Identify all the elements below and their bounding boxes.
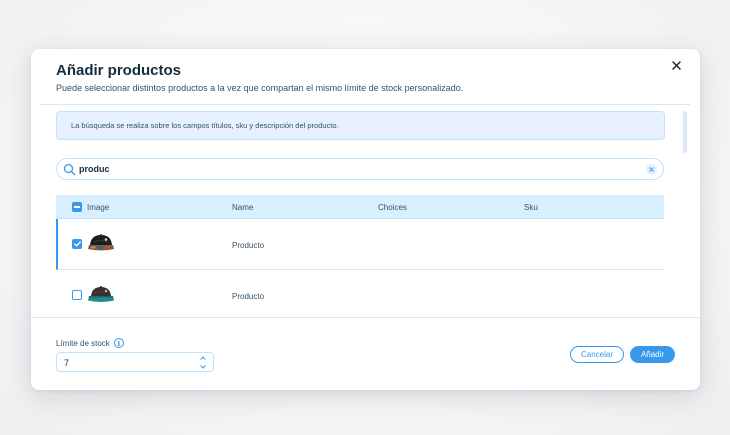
search-bar bbox=[56, 158, 664, 180]
product-thumbnail bbox=[88, 234, 114, 251]
row-checkbox[interactable] bbox=[72, 290, 82, 300]
table-row[interactable]: Producto bbox=[56, 270, 664, 317]
stock-limit-label: Límite de stock i bbox=[56, 338, 124, 348]
table-row[interactable]: Producto bbox=[56, 219, 664, 270]
stock-limit-label-text: Límite de stock bbox=[56, 338, 110, 348]
product-name: Producto bbox=[232, 241, 265, 250]
product-name: Producto bbox=[232, 292, 265, 301]
dialog-subtitle: Puede seleccionar distintos productos a … bbox=[56, 83, 464, 93]
select-all-checkbox[interactable] bbox=[72, 202, 82, 212]
products-table: Image Name Choices Sku Producto Producto bbox=[56, 195, 664, 317]
search-icon bbox=[63, 163, 76, 176]
search-info-text: La búsqueda se realiza sobre los campos … bbox=[71, 121, 339, 130]
scrollbar-thumb[interactable] bbox=[683, 111, 687, 153]
close-button[interactable] bbox=[668, 57, 684, 73]
checkmark-icon bbox=[73, 241, 81, 247]
column-header-choices: Choices bbox=[378, 203, 407, 212]
indeterminate-icon bbox=[74, 206, 80, 208]
column-header-name: Name bbox=[232, 203, 254, 212]
row-checkbox[interactable] bbox=[72, 239, 82, 249]
close-icon bbox=[671, 60, 681, 70]
search-input[interactable] bbox=[79, 161, 619, 177]
footer-divider bbox=[31, 317, 700, 318]
add-products-dialog: Añadir productos Puede seleccionar disti… bbox=[31, 49, 700, 390]
stock-limit-stepper[interactable] bbox=[199, 356, 207, 369]
add-button[interactable]: Añadir bbox=[630, 346, 675, 363]
content-scroll-area[interactable]: La búsqueda se realiza sobre los campos … bbox=[31, 105, 700, 317]
column-header-sku: Sku bbox=[524, 203, 538, 212]
dialog-title: Añadir productos bbox=[56, 62, 182, 79]
chevron-up-icon[interactable] bbox=[200, 356, 206, 360]
column-header-image: Image bbox=[87, 203, 110, 212]
table-header: Image Name Choices Sku bbox=[56, 195, 664, 219]
product-thumbnail bbox=[88, 286, 114, 302]
chevron-down-icon[interactable] bbox=[200, 365, 206, 369]
cancel-button[interactable]: Cancelar bbox=[570, 346, 624, 363]
search-clear-button[interactable] bbox=[646, 164, 657, 175]
stock-limit-input[interactable] bbox=[64, 356, 184, 369]
info-icon[interactable]: i bbox=[113, 338, 124, 348]
clear-icon bbox=[649, 167, 654, 172]
stock-limit-field bbox=[56, 352, 214, 372]
search-info-notice: La búsqueda se realiza sobre los campos … bbox=[56, 111, 665, 140]
